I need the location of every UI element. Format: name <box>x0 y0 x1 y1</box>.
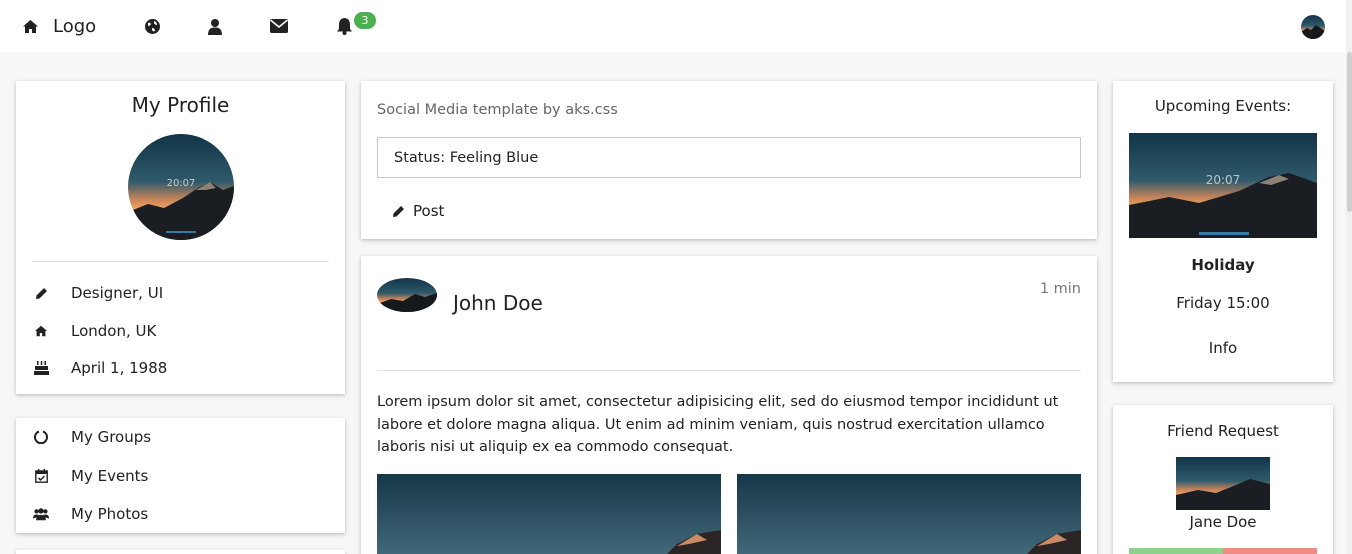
pencil-icon <box>33 287 49 300</box>
status-input[interactable]: Status: Feeling Blue <box>377 137 1081 178</box>
bell-icon <box>336 17 353 35</box>
birthday-text: April 1, 1988 <box>71 359 168 377</box>
mail-nav-button[interactable] <box>270 0 288 52</box>
scrollbar-thumb[interactable] <box>1347 52 1352 212</box>
user-nav-button[interactable] <box>208 0 222 52</box>
menu-groups-label: My Groups <box>71 428 152 446</box>
post-button[interactable]: Post <box>392 202 444 220</box>
menu-photos-label: My Photos <box>71 505 149 523</box>
event-time: Friday 15:00 <box>1176 294 1270 312</box>
envelope-icon <box>270 19 288 33</box>
pencil-icon <box>392 205 405 218</box>
location-text: London, UK <box>71 322 157 340</box>
profile-occupation: Designer, UI <box>33 284 163 302</box>
decline-friend-button[interactable] <box>1223 548 1317 554</box>
top-navbar: Logo 3 <box>0 0 1352 52</box>
notifications-nav-button[interactable]: 3 <box>336 0 380 52</box>
globe-icon <box>144 18 161 35</box>
user-avatar[interactable] <box>1301 15 1325 39</box>
logo-link[interactable]: Logo <box>22 0 96 52</box>
globe-nav-button[interactable] <box>144 0 161 52</box>
profile-menu-card: My Groups My Events My Photos <box>16 418 345 533</box>
event-image-clock: 20:07 <box>1206 173 1241 187</box>
menu-item-photos[interactable]: My Photos <box>33 505 148 523</box>
circle-notch-icon <box>33 430 49 444</box>
post-divider <box>377 370 1081 371</box>
menu-events-label: My Events <box>71 467 149 485</box>
menu-item-groups[interactable]: My Groups <box>33 428 151 446</box>
post-author-name[interactable]: John Doe <box>453 291 543 315</box>
menu-item-events[interactable]: My Events <box>33 467 148 485</box>
friend-avatar[interactable] <box>1176 457 1270 510</box>
users-icon <box>33 507 49 521</box>
post-timestamp: 1 min <box>1039 281 1081 297</box>
friend-request-title: Friend Request <box>1167 422 1279 440</box>
friend-request-card: Friend Request Jane Doe <box>1113 405 1333 554</box>
calendar-check-icon <box>33 469 49 483</box>
friend-name[interactable]: Jane Doe <box>1113 513 1333 531</box>
status-caption: Social Media template by aks.css <box>377 102 618 118</box>
upcoming-events-card: Upcoming Events: 20:07 Holiday Friday 15… <box>1113 81 1333 382</box>
post-image[interactable] <box>737 474 1081 554</box>
post-body-text: Lorem ipsum dolor sit amet, consectetur … <box>377 394 1059 455</box>
status-card: Social Media template by aks.css Status:… <box>361 81 1097 239</box>
accept-friend-button[interactable] <box>1129 548 1223 554</box>
post-author-avatar[interactable] <box>377 278 437 312</box>
post-image[interactable] <box>377 474 721 554</box>
profile-title: My Profile <box>131 93 230 117</box>
profile-divider <box>32 261 329 262</box>
profile-pic-clock: 20:07 <box>167 178 196 189</box>
event-info-button[interactable]: Info <box>1113 339 1333 357</box>
occupation-text: Designer, UI <box>71 284 164 302</box>
profile-card: My Profile 20:07 Designer, UI London, UK… <box>16 81 345 394</box>
profile-location: London, UK <box>33 322 156 340</box>
user-icon <box>208 18 222 35</box>
post-card: John Doe 1 min Lorem ipsum dolor sit ame… <box>361 256 1097 554</box>
next-card-edge <box>16 550 345 554</box>
event-name: Holiday <box>1191 256 1255 274</box>
post-button-label: Post <box>413 202 445 220</box>
profile-picture: 20:07 <box>128 134 234 240</box>
birthday-cake-icon <box>33 361 49 375</box>
home-icon <box>22 19 39 34</box>
home-icon <box>33 325 49 337</box>
event-image: 20:07 <box>1129 133 1317 238</box>
events-title: Upcoming Events: <box>1154 97 1292 115</box>
profile-birthday: April 1, 1988 <box>33 359 167 377</box>
logo-text: Logo <box>53 15 97 37</box>
notification-badge: 3 <box>354 12 376 29</box>
